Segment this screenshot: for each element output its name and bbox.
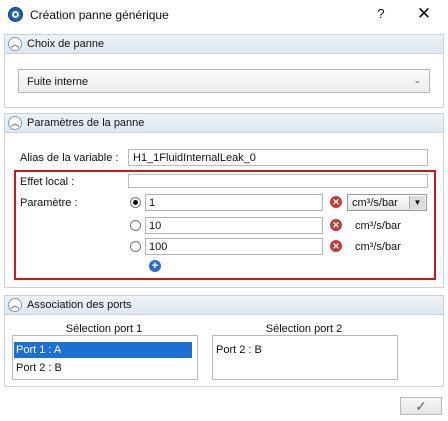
app-logo-icon — [8, 7, 23, 22]
title-bar: Création panne générique ? ✕ — [0, 0, 448, 30]
delete-icon[interactable]: ✕ — [330, 196, 342, 208]
parameter-radio-1[interactable] — [130, 197, 141, 208]
section-header-parameters[interactable]: ︿ Paramètres de la panne — [4, 113, 444, 133]
section-title: Association des ports — [27, 299, 132, 311]
chevron-down-icon[interactable]: ▼ — [409, 196, 425, 209]
port2-list[interactable]: Port 2 : B — [212, 335, 398, 380]
unit-select[interactable]: cm³/s/bar ▼ — [347, 194, 427, 211]
parameter-radio-2[interactable] — [130, 220, 141, 231]
fault-type-select[interactable]: Fuite interne ⌄ — [18, 69, 430, 93]
chevron-down-icon: ⌄ — [413, 75, 421, 85]
unit-value: cm³/s/bar — [352, 197, 398, 209]
chevron-up-icon[interactable]: ︿ — [8, 298, 22, 312]
parameter-radio-3[interactable] — [130, 241, 141, 252]
port1-list[interactable]: Port 1 : A Port 2 : B — [12, 335, 198, 380]
section-title: Paramètres de la panne — [27, 117, 145, 129]
list-item[interactable]: Port 2 : B — [214, 342, 392, 358]
chevron-up-icon[interactable]: ︿ — [8, 116, 22, 130]
add-icon[interactable]: + — [149, 260, 161, 272]
section-header-ports[interactable]: ︿ Association des ports — [4, 295, 444, 315]
port1-column-title: Sélection port 1 — [65, 323, 143, 335]
effet-local-field[interactable] — [128, 174, 428, 188]
check-icon: ✓ — [415, 398, 427, 414]
list-item[interactable]: Port 2 : B — [14, 360, 192, 376]
fault-type-value: Fuite interne — [27, 76, 89, 88]
close-button[interactable]: ✕ — [414, 4, 434, 24]
alias-label: Alias de la variable : — [20, 152, 119, 164]
parameter-value-field-3[interactable]: 100 — [145, 238, 323, 255]
alias-field[interactable]: H1_1FluidInternalLeak_0 — [128, 149, 428, 166]
section-header-fault-choice[interactable]: ︿ Choix de panne — [4, 34, 444, 54]
chevron-up-icon[interactable]: ︿ — [8, 37, 22, 51]
parameter-value-field-2[interactable]: 10 — [145, 217, 323, 234]
window-title: Création panne générique — [30, 8, 169, 22]
unit-label-3: cm³/s/bar — [355, 241, 401, 253]
delete-icon[interactable]: ✕ — [330, 219, 342, 231]
list-item[interactable]: Port 1 : A — [14, 342, 192, 358]
section-title: Choix de panne — [27, 38, 105, 50]
unit-label-2: cm³/s/bar — [355, 220, 401, 232]
effet-local-label: Effet local : — [20, 176, 75, 188]
port2-column-title: Sélection port 2 — [265, 323, 343, 335]
help-button[interactable]: ? — [372, 6, 390, 24]
parameter-label: Paramètre : — [20, 197, 78, 209]
delete-icon[interactable]: ✕ — [330, 240, 342, 252]
confirm-button[interactable]: ✓ — [400, 397, 442, 415]
parameter-value-field-1[interactable]: 1 — [145, 194, 323, 211]
